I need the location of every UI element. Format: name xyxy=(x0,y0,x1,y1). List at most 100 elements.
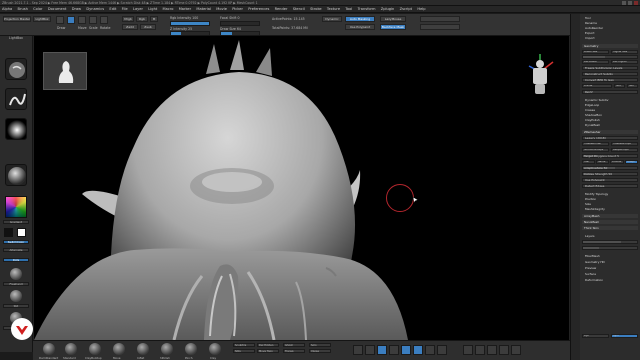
dynamic-button[interactable]: Dynamic xyxy=(322,16,342,22)
menu-stroke[interactable]: Stroke xyxy=(308,6,323,12)
stroke-freehand-icon[interactable] xyxy=(5,88,27,110)
zsub-button[interactable]: Zsub xyxy=(140,24,156,30)
menu-draw[interactable]: Draw xyxy=(70,6,83,12)
switch-color-button[interactable]: SwitchColor xyxy=(3,240,29,244)
draw-mode-button[interactable] xyxy=(67,16,75,24)
menu-zscript[interactable]: Zscript xyxy=(398,6,414,12)
floor-icon[interactable] xyxy=(365,345,375,355)
same-button[interactable]: Same xyxy=(596,160,609,164)
texture-icon[interactable] xyxy=(5,136,27,158)
menu-light[interactable]: Light xyxy=(146,6,159,12)
section-meshintegrity[interactable]: MeshIntegrity xyxy=(582,207,638,211)
mrgb-button[interactable]: Mrgb xyxy=(122,16,134,22)
ghost-button[interactable]: Ghost xyxy=(283,343,305,347)
lazymouse-button[interactable]: LazyMouse xyxy=(380,16,406,22)
section-dynamesh[interactable]: DynaMesh xyxy=(582,123,638,127)
auto-masking-button[interactable]: Auto Masking xyxy=(345,16,375,22)
ghost-icon[interactable] xyxy=(487,345,497,355)
brush-move-icon[interactable] xyxy=(113,343,125,355)
main-color-swatch[interactable] xyxy=(4,228,13,237)
thick-skin-header[interactable]: Thick Skin xyxy=(582,226,638,230)
menu-zplugin[interactable]: Zplugin xyxy=(379,6,397,12)
double-button[interactable]: Double xyxy=(610,160,624,164)
section-size[interactable]: Size xyxy=(582,202,638,206)
higher-res-button[interactable]: Higher Res xyxy=(611,50,638,54)
rotate-mode-button[interactable] xyxy=(100,16,108,24)
menu-transform[interactable]: Transform xyxy=(356,6,378,12)
zadd-button[interactable]: Zadd xyxy=(122,24,138,30)
lower-res-button[interactable]: Lower Res xyxy=(582,50,609,54)
menu-picker[interactable]: Picker xyxy=(230,6,245,12)
menu-material[interactable]: Material xyxy=(194,6,213,12)
xpose-icon[interactable] xyxy=(511,345,521,355)
right-tray-handle[interactable] xyxy=(570,14,580,360)
smt-button[interactable]: Smt xyxy=(614,84,625,88)
solo-button[interactable]: Solo xyxy=(309,343,331,347)
frame-icon[interactable] xyxy=(401,345,411,355)
menu-dynamics[interactable]: Dynamics xyxy=(84,6,106,12)
section-preview[interactable]: Preview xyxy=(582,266,638,270)
section-claypolish[interactable]: ClayPolish xyxy=(582,118,638,122)
adapt-button[interactable]: Adapt xyxy=(625,160,638,164)
backface-mask-button[interactable]: Backface Mask xyxy=(380,24,406,30)
del-higher-button[interactable]: Del Higher xyxy=(611,60,638,64)
section-position[interactable]: Position xyxy=(582,197,638,201)
section-surface[interactable]: Surface xyxy=(582,272,638,276)
freeze-groups-button[interactable]: FreezeGroups xyxy=(611,142,638,146)
transp-icon[interactable] xyxy=(475,345,485,355)
palette-item-rename[interactable]: Rename xyxy=(582,21,638,25)
nanomesh-header[interactable]: NanoMesh xyxy=(582,220,638,224)
section-dynamic-subdiv[interactable]: Dynamic Subdiv xyxy=(582,98,638,102)
palette-slider-a[interactable] xyxy=(582,240,638,244)
rgb-button[interactable]: Rgb xyxy=(136,16,148,22)
menu-alpha[interactable]: Alpha xyxy=(0,6,14,12)
color-picker[interactable] xyxy=(5,196,27,218)
menu-edit[interactable]: Edit xyxy=(107,6,118,12)
shelf-mode-button[interactable]: Dots xyxy=(3,258,29,262)
use-polypaint-button[interactable]: Use Polypaint xyxy=(345,24,375,30)
menu-stencil[interactable]: Stencil xyxy=(291,6,307,12)
suv-button[interactable]: Suv xyxy=(627,84,638,88)
section-edgeloop[interactable]: EdgeLoop xyxy=(582,103,638,107)
persp-icon[interactable] xyxy=(353,345,363,355)
zremesher-header[interactable]: ZRemesher xyxy=(582,130,638,134)
polyf-icon[interactable] xyxy=(463,345,473,355)
material-icon[interactable] xyxy=(5,164,27,186)
freeze-subdiv-button[interactable]: Freeze SubDivision Levels xyxy=(582,66,638,70)
reconstruct-subdiv-button[interactable]: Reconstruct Subdiv xyxy=(582,72,638,76)
toolbar-field-b[interactable] xyxy=(420,24,460,30)
rotate-view-icon[interactable] xyxy=(437,345,447,355)
brush-hpolish-icon[interactable] xyxy=(161,343,173,355)
brush-inflat-icon[interactable] xyxy=(137,343,149,355)
section-fibermesh[interactable]: FiberMesh xyxy=(582,254,638,258)
section-deformation[interactable]: Deformation xyxy=(582,278,638,282)
reuv-button[interactable]: ReUV xyxy=(582,90,638,94)
toolbar-field-a[interactable] xyxy=(420,16,460,22)
menu-color[interactable]: Color xyxy=(31,6,44,12)
divide-button[interactable]: Divide xyxy=(582,84,612,88)
maximize-icon[interactable] xyxy=(628,1,632,5)
canvas-viewport[interactable] xyxy=(33,36,570,340)
keep-groups-button[interactable]: KeepGroups xyxy=(611,148,638,152)
menu-tool[interactable]: Tool xyxy=(343,6,354,12)
palette-slider-b[interactable] xyxy=(582,246,638,250)
m-button[interactable]: M xyxy=(150,16,158,22)
lightbox-button[interactable]: LightBox xyxy=(33,16,51,22)
transp-button[interactable]: Transp xyxy=(283,349,305,353)
navigator-thumbnail[interactable] xyxy=(43,52,87,90)
menu-macro[interactable]: Macro xyxy=(161,6,176,12)
section-geometry-hd[interactable]: Geometry HD xyxy=(582,260,638,264)
palette-item-import[interactable]: Import xyxy=(582,36,638,40)
section-layers[interactable]: Layers xyxy=(582,234,638,238)
palette-item-autoreorder[interactable]: AutoReorder xyxy=(582,26,638,30)
zremesher-legacy-button[interactable]: Legacy (2018) xyxy=(582,136,638,140)
minimize-icon[interactable] xyxy=(622,1,626,5)
xpose-button[interactable]: Xpose xyxy=(309,349,331,353)
brush-damstandard-icon[interactable] xyxy=(43,343,55,355)
menu-marker[interactable]: Marker xyxy=(177,6,193,12)
solo-icon[interactable] xyxy=(499,345,509,355)
menu-preferences[interactable]: Preferences xyxy=(246,6,271,12)
section-shadowbox[interactable]: ShadowBox xyxy=(582,113,638,117)
brush-clay-icon[interactable] xyxy=(209,343,221,355)
half-button[interactable]: Half xyxy=(582,160,595,164)
